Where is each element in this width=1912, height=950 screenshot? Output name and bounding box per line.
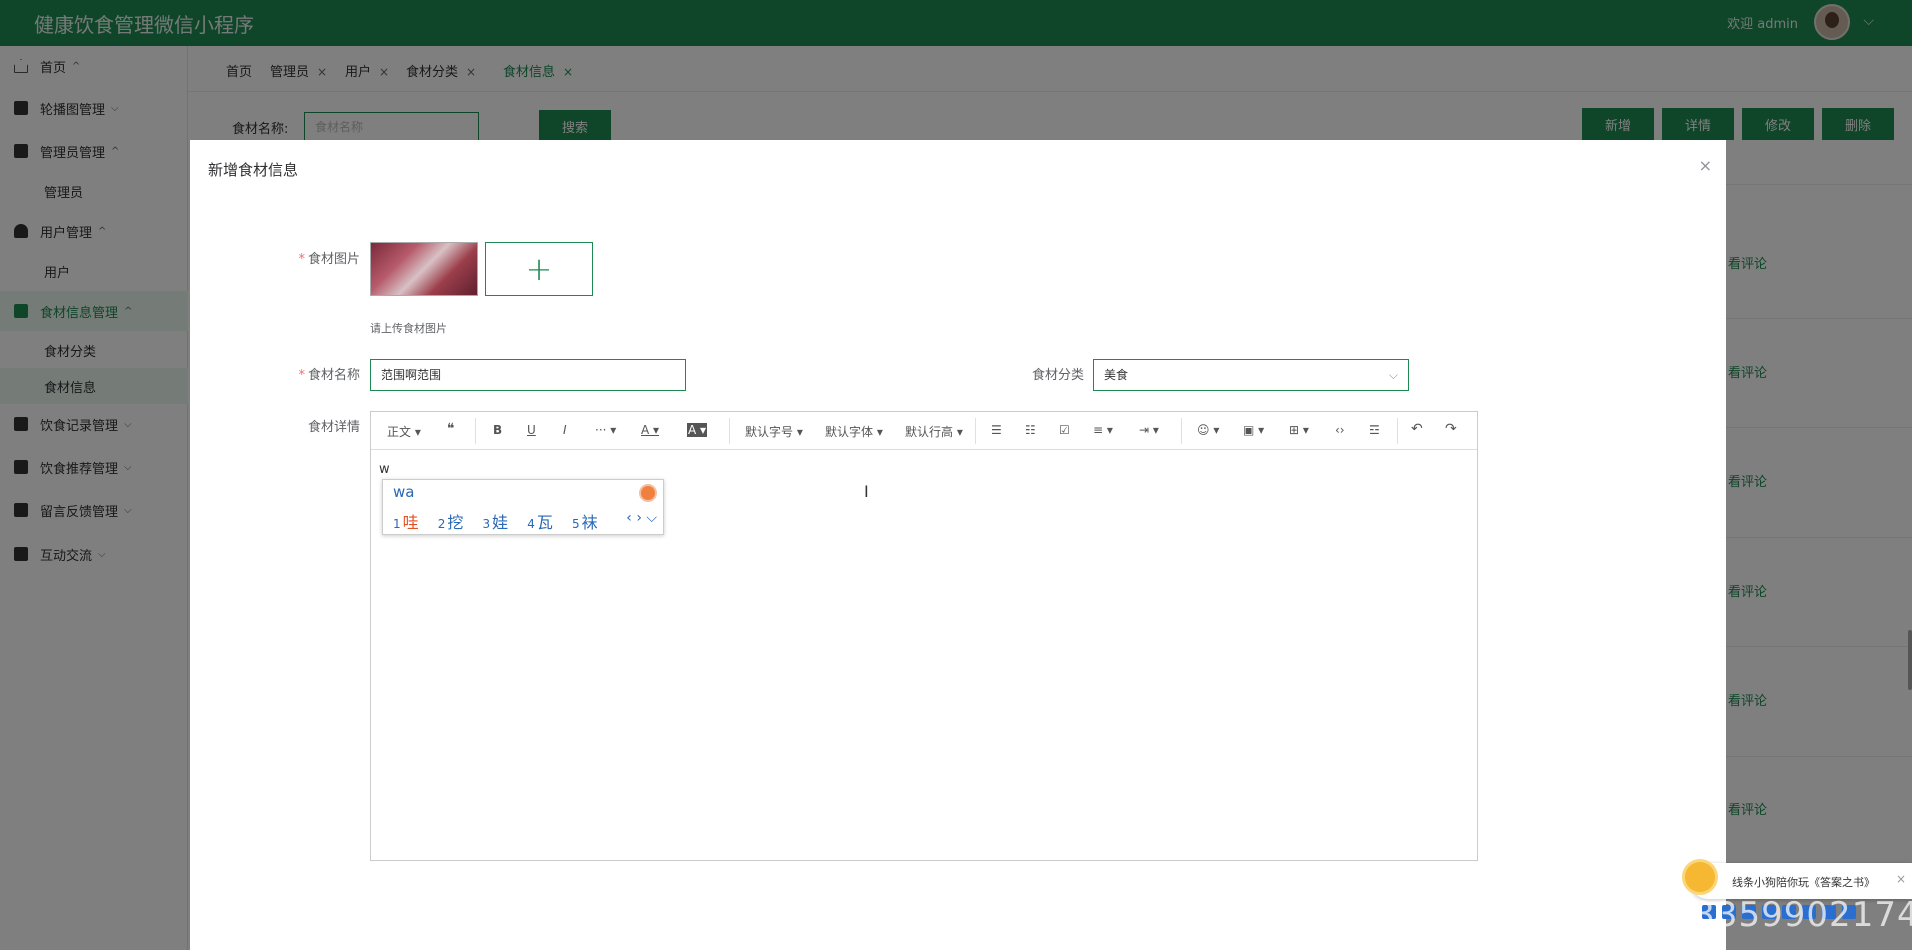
more-icon[interactable]: ··· ▾: [595, 423, 616, 437]
bold-icon[interactable]: B: [493, 423, 502, 437]
ime-page-nav-icon[interactable]: ‹ › ⌵: [626, 510, 657, 526]
required-mark: *: [298, 252, 305, 267]
candidate[interactable]: 袜: [582, 513, 598, 532]
watermark: CSDN @QQ_3359902174: [1472, 895, 1912, 935]
sun-mascot-icon: [1682, 859, 1718, 895]
paragraph-dropdown[interactable]: 正文 ▾: [387, 423, 421, 440]
name-label-text: 食材名称: [307, 368, 360, 383]
close-icon[interactable]: ×: [1896, 872, 1906, 886]
candidate-number: 1: [393, 517, 401, 531]
quote-icon[interactable]: ❝: [447, 421, 455, 437]
italic-icon[interactable]: I: [563, 423, 567, 437]
underline-icon[interactable]: U: [527, 423, 536, 437]
image-label: * 食材图片: [260, 248, 360, 267]
dialog-title: 新增食材信息: [208, 161, 299, 179]
align-icon[interactable]: ≡ ▾: [1093, 423, 1113, 437]
ime-candidate-popup[interactable]: wa 1哇 2挖 3娃 4瓦 5袜 ‹ › ⌵: [382, 479, 664, 535]
chevron-down-icon: ⌵: [1388, 368, 1398, 382]
upload-button[interactable]: +: [485, 242, 593, 296]
add-food-dialog: 新增食材信息 × * 食材图片 + 请上传食材图片 * 食材名称 范围啊范围 食材分…: [190, 140, 1726, 950]
editor-toolbar: 正文 ▾ ❝ B U I ··· ▾ A ▾ A ▾ 默认字号 ▾ 默认字体 ▾…: [371, 412, 1477, 450]
ime-composition: wa: [393, 483, 415, 501]
candidate-number: 5: [572, 517, 580, 531]
candidate[interactable]: 瓦: [537, 513, 553, 532]
text-cursor-icon: I: [864, 482, 869, 501]
font-family-dropdown[interactable]: 默认字体 ▾: [825, 423, 883, 440]
toolbar-divider: [1181, 418, 1182, 444]
category-value: 美食: [1104, 368, 1129, 382]
candidate-number: 4: [527, 517, 535, 531]
candidate-number: 2: [437, 517, 446, 531]
todo-icon[interactable]: ☑: [1059, 423, 1070, 437]
editor-content[interactable]: w: [379, 462, 390, 477]
promo-text: 线条小狗陪你玩《答案之书》: [1732, 876, 1875, 889]
indent-icon[interactable]: ⇥ ▾: [1139, 423, 1159, 437]
name-field[interactable]: 范围啊范围: [370, 359, 686, 391]
image-icon[interactable]: ▣ ▾: [1243, 423, 1264, 437]
table-icon[interactable]: ⊞ ▾: [1289, 423, 1309, 437]
candidate[interactable]: 哇: [403, 513, 419, 532]
redo-icon[interactable]: ↷: [1445, 421, 1457, 437]
undo-icon[interactable]: ↶: [1411, 421, 1423, 437]
toolbar-divider: [1397, 418, 1398, 444]
font-size-dropdown[interactable]: 默认字号 ▾: [745, 423, 803, 440]
bullet-list-icon[interactable]: ☰: [991, 423, 1002, 437]
toolbar-divider: [475, 418, 476, 444]
image-label-text: 食材图片: [307, 252, 360, 267]
detail-label: 食材详情: [307, 420, 360, 435]
category-select[interactable]: 美食 ⌵: [1093, 359, 1409, 391]
food-image-thumbnail[interactable]: [370, 242, 478, 296]
ime-logo-icon: [639, 484, 657, 502]
required-mark: *: [298, 368, 305, 383]
candidate[interactable]: 挖: [447, 513, 463, 532]
numbered-list-icon[interactable]: ☷: [1025, 423, 1036, 437]
code-icon[interactable]: ‹›: [1335, 423, 1345, 437]
upload-hint: 请上传食材图片: [370, 322, 447, 335]
ime-candidate-list: 1哇 2挖 3娃 4瓦 5袜: [393, 509, 612, 533]
candidate[interactable]: 娃: [492, 513, 508, 532]
divider-icon[interactable]: ☲: [1369, 423, 1380, 437]
toolbar-divider: [729, 418, 730, 444]
scrollbar[interactable]: [1908, 630, 1912, 690]
candidate-number: 3: [482, 517, 491, 531]
font-color-icon[interactable]: A ▾: [641, 423, 659, 437]
toolbar-divider: [975, 418, 976, 444]
bg-color-icon[interactable]: A ▾: [687, 423, 708, 437]
promo-bubble[interactable]: 线条小狗陪你玩《答案之书》 ×: [1682, 859, 1912, 899]
name-label: * 食材名称: [260, 364, 360, 383]
plus-icon: +: [525, 250, 553, 288]
emoji-icon[interactable]: ☺ ▾: [1197, 423, 1219, 437]
category-label: 食材分类: [1031, 368, 1084, 383]
close-icon[interactable]: ×: [1699, 156, 1712, 175]
line-height-dropdown[interactable]: 默认行高 ▾: [905, 423, 963, 440]
